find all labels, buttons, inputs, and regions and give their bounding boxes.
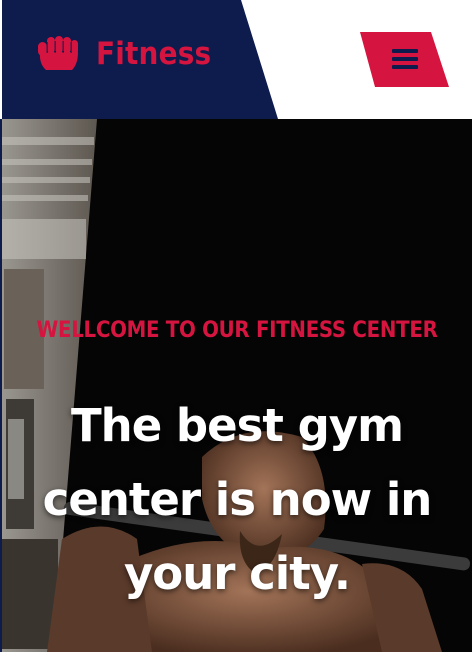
- hamburger-menu-icon: [392, 49, 418, 70]
- fist-icon: [38, 36, 78, 74]
- hero-section: WELLCOME TO OUR FITNESS CENTER The best …: [2, 119, 472, 652]
- hero-eyebrow: WELLCOME TO OUR FITNESS CENTER: [36, 318, 438, 343]
- hero-headline: The best gym center is now in your city.: [2, 389, 472, 611]
- site-header: Fitness: [0, 0, 472, 119]
- hero-headline-line: The best gym: [70, 399, 404, 452]
- brand-logo-link[interactable]: Fitness: [36, 34, 211, 74]
- menu-toggle-button[interactable]: [360, 32, 449, 87]
- hero-headline-line: center is now in: [42, 473, 433, 526]
- brand-name: Fitness: [96, 36, 212, 72]
- hero-content: WELLCOME TO OUR FITNESS CENTER The best …: [2, 119, 472, 652]
- hero-headline-line: your city.: [123, 547, 351, 600]
